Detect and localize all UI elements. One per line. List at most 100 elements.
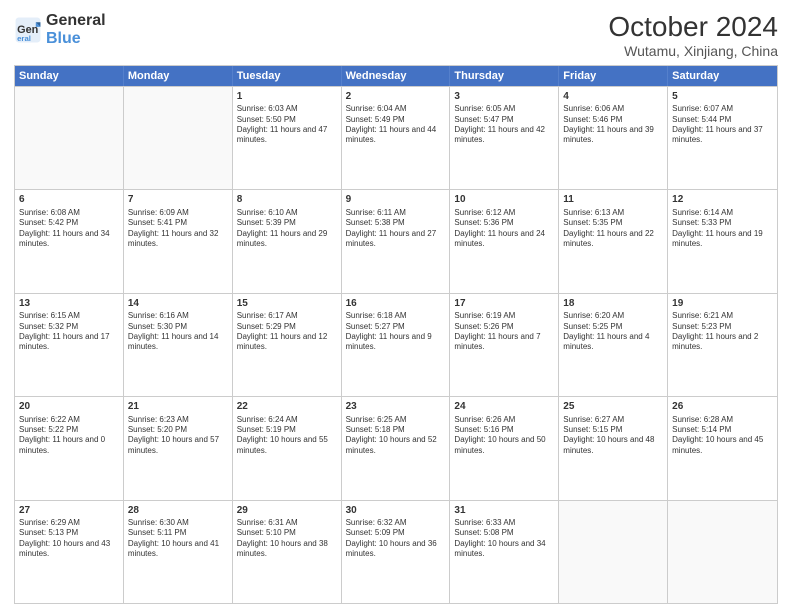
day-number: 11 xyxy=(563,193,663,207)
col-header-tuesday: Tuesday xyxy=(233,66,342,86)
day-number: 16 xyxy=(346,297,446,311)
cal-cell: 30Sunrise: 6:32 AMSunset: 5:09 PMDayligh… xyxy=(342,501,451,603)
cell-info: Sunrise: 6:04 AMSunset: 5:49 PMDaylight:… xyxy=(346,104,446,146)
day-number: 5 xyxy=(672,90,773,104)
day-number: 17 xyxy=(454,297,554,311)
cal-cell: 26Sunrise: 6:28 AMSunset: 5:14 PMDayligh… xyxy=(668,397,777,499)
cell-info: Sunrise: 6:22 AMSunset: 5:22 PMDaylight:… xyxy=(19,415,119,457)
day-number: 13 xyxy=(19,297,119,311)
cal-cell: 25Sunrise: 6:27 AMSunset: 5:15 PMDayligh… xyxy=(559,397,668,499)
cell-info: Sunrise: 6:12 AMSunset: 5:36 PMDaylight:… xyxy=(454,208,554,250)
cell-info: Sunrise: 6:08 AMSunset: 5:42 PMDaylight:… xyxy=(19,208,119,250)
cal-cell: 27Sunrise: 6:29 AMSunset: 5:13 PMDayligh… xyxy=(15,501,124,603)
cell-info: Sunrise: 6:29 AMSunset: 5:13 PMDaylight:… xyxy=(19,518,119,560)
day-number: 22 xyxy=(237,400,337,414)
cell-info: Sunrise: 6:23 AMSunset: 5:20 PMDaylight:… xyxy=(128,415,228,457)
day-number: 28 xyxy=(128,504,228,518)
cal-cell: 4Sunrise: 6:06 AMSunset: 5:46 PMDaylight… xyxy=(559,87,668,189)
cal-cell: 31Sunrise: 6:33 AMSunset: 5:08 PMDayligh… xyxy=(450,501,559,603)
day-number: 9 xyxy=(346,193,446,207)
day-number: 18 xyxy=(563,297,663,311)
cell-info: Sunrise: 6:15 AMSunset: 5:32 PMDaylight:… xyxy=(19,311,119,353)
day-number: 2 xyxy=(346,90,446,104)
cell-info: Sunrise: 6:07 AMSunset: 5:44 PMDaylight:… xyxy=(672,104,773,146)
cal-cell xyxy=(559,501,668,603)
cal-cell: 5Sunrise: 6:07 AMSunset: 5:44 PMDaylight… xyxy=(668,87,777,189)
week-row-1: 1Sunrise: 6:03 AMSunset: 5:50 PMDaylight… xyxy=(15,86,777,189)
cell-info: Sunrise: 6:28 AMSunset: 5:14 PMDaylight:… xyxy=(672,415,773,457)
week-row-5: 27Sunrise: 6:29 AMSunset: 5:13 PMDayligh… xyxy=(15,500,777,603)
cal-cell: 1Sunrise: 6:03 AMSunset: 5:50 PMDaylight… xyxy=(233,87,342,189)
cal-cell: 10Sunrise: 6:12 AMSunset: 5:36 PMDayligh… xyxy=(450,190,559,292)
cal-cell xyxy=(668,501,777,603)
day-number: 26 xyxy=(672,400,773,414)
cell-info: Sunrise: 6:19 AMSunset: 5:26 PMDaylight:… xyxy=(454,311,554,353)
cell-info: Sunrise: 6:25 AMSunset: 5:18 PMDaylight:… xyxy=(346,415,446,457)
cell-info: Sunrise: 6:17 AMSunset: 5:29 PMDaylight:… xyxy=(237,311,337,353)
cal-cell: 23Sunrise: 6:25 AMSunset: 5:18 PMDayligh… xyxy=(342,397,451,499)
col-header-monday: Monday xyxy=(124,66,233,86)
cal-cell: 19Sunrise: 6:21 AMSunset: 5:23 PMDayligh… xyxy=(668,294,777,396)
cal-cell: 24Sunrise: 6:26 AMSunset: 5:16 PMDayligh… xyxy=(450,397,559,499)
day-number: 12 xyxy=(672,193,773,207)
cell-info: Sunrise: 6:16 AMSunset: 5:30 PMDaylight:… xyxy=(128,311,228,353)
cell-info: Sunrise: 6:11 AMSunset: 5:38 PMDaylight:… xyxy=(346,208,446,250)
week-row-4: 20Sunrise: 6:22 AMSunset: 5:22 PMDayligh… xyxy=(15,396,777,499)
day-number: 19 xyxy=(672,297,773,311)
cell-info: Sunrise: 6:32 AMSunset: 5:09 PMDaylight:… xyxy=(346,518,446,560)
cal-cell: 12Sunrise: 6:14 AMSunset: 5:33 PMDayligh… xyxy=(668,190,777,292)
cal-cell: 9Sunrise: 6:11 AMSunset: 5:38 PMDaylight… xyxy=(342,190,451,292)
logo: Gen eral General Blue xyxy=(14,12,106,47)
day-number: 4 xyxy=(563,90,663,104)
day-number: 25 xyxy=(563,400,663,414)
cell-info: Sunrise: 6:10 AMSunset: 5:39 PMDaylight:… xyxy=(237,208,337,250)
col-header-sunday: Sunday xyxy=(15,66,124,86)
cal-cell: 20Sunrise: 6:22 AMSunset: 5:22 PMDayligh… xyxy=(15,397,124,499)
cal-cell: 28Sunrise: 6:30 AMSunset: 5:11 PMDayligh… xyxy=(124,501,233,603)
logo-text-general: General xyxy=(46,12,106,30)
col-header-thursday: Thursday xyxy=(450,66,559,86)
day-number: 8 xyxy=(237,193,337,207)
cell-info: Sunrise: 6:03 AMSunset: 5:50 PMDaylight:… xyxy=(237,104,337,146)
cal-cell: 29Sunrise: 6:31 AMSunset: 5:10 PMDayligh… xyxy=(233,501,342,603)
cal-cell: 13Sunrise: 6:15 AMSunset: 5:32 PMDayligh… xyxy=(15,294,124,396)
cal-cell: 14Sunrise: 6:16 AMSunset: 5:30 PMDayligh… xyxy=(124,294,233,396)
cell-info: Sunrise: 6:30 AMSunset: 5:11 PMDaylight:… xyxy=(128,518,228,560)
cal-cell: 16Sunrise: 6:18 AMSunset: 5:27 PMDayligh… xyxy=(342,294,451,396)
col-header-friday: Friday xyxy=(559,66,668,86)
col-header-saturday: Saturday xyxy=(668,66,777,86)
cal-cell: 3Sunrise: 6:05 AMSunset: 5:47 PMDaylight… xyxy=(450,87,559,189)
svg-text:eral: eral xyxy=(17,33,31,42)
day-number: 6 xyxy=(19,193,119,207)
cell-info: Sunrise: 6:26 AMSunset: 5:16 PMDaylight:… xyxy=(454,415,554,457)
header: Gen eral General Blue October 2024 Wutam… xyxy=(14,12,778,59)
cell-info: Sunrise: 6:20 AMSunset: 5:25 PMDaylight:… xyxy=(563,311,663,353)
day-number: 29 xyxy=(237,504,337,518)
cal-cell: 2Sunrise: 6:04 AMSunset: 5:49 PMDaylight… xyxy=(342,87,451,189)
cal-cell xyxy=(15,87,124,189)
cell-info: Sunrise: 6:06 AMSunset: 5:46 PMDaylight:… xyxy=(563,104,663,146)
logo-icon: Gen eral xyxy=(14,16,42,44)
cell-info: Sunrise: 6:13 AMSunset: 5:35 PMDaylight:… xyxy=(563,208,663,250)
day-number: 30 xyxy=(346,504,446,518)
day-number: 10 xyxy=(454,193,554,207)
logo-text-blue: Blue xyxy=(46,30,106,48)
cal-cell: 21Sunrise: 6:23 AMSunset: 5:20 PMDayligh… xyxy=(124,397,233,499)
day-number: 31 xyxy=(454,504,554,518)
calendar-header: SundayMondayTuesdayWednesdayThursdayFrid… xyxy=(15,66,777,86)
day-number: 14 xyxy=(128,297,228,311)
cal-cell: 6Sunrise: 6:08 AMSunset: 5:42 PMDaylight… xyxy=(15,190,124,292)
cell-info: Sunrise: 6:05 AMSunset: 5:47 PMDaylight:… xyxy=(454,104,554,146)
cal-cell: 22Sunrise: 6:24 AMSunset: 5:19 PMDayligh… xyxy=(233,397,342,499)
page: Gen eral General Blue October 2024 Wutam… xyxy=(0,0,792,612)
cell-info: Sunrise: 6:14 AMSunset: 5:33 PMDaylight:… xyxy=(672,208,773,250)
cal-cell: 8Sunrise: 6:10 AMSunset: 5:39 PMDaylight… xyxy=(233,190,342,292)
cell-info: Sunrise: 6:33 AMSunset: 5:08 PMDaylight:… xyxy=(454,518,554,560)
day-number: 15 xyxy=(237,297,337,311)
col-header-wednesday: Wednesday xyxy=(342,66,451,86)
day-number: 27 xyxy=(19,504,119,518)
title-block: October 2024 Wutamu, Xinjiang, China xyxy=(608,12,778,59)
calendar: SundayMondayTuesdayWednesdayThursdayFrid… xyxy=(14,65,778,604)
cell-info: Sunrise: 6:31 AMSunset: 5:10 PMDaylight:… xyxy=(237,518,337,560)
day-number: 1 xyxy=(237,90,337,104)
